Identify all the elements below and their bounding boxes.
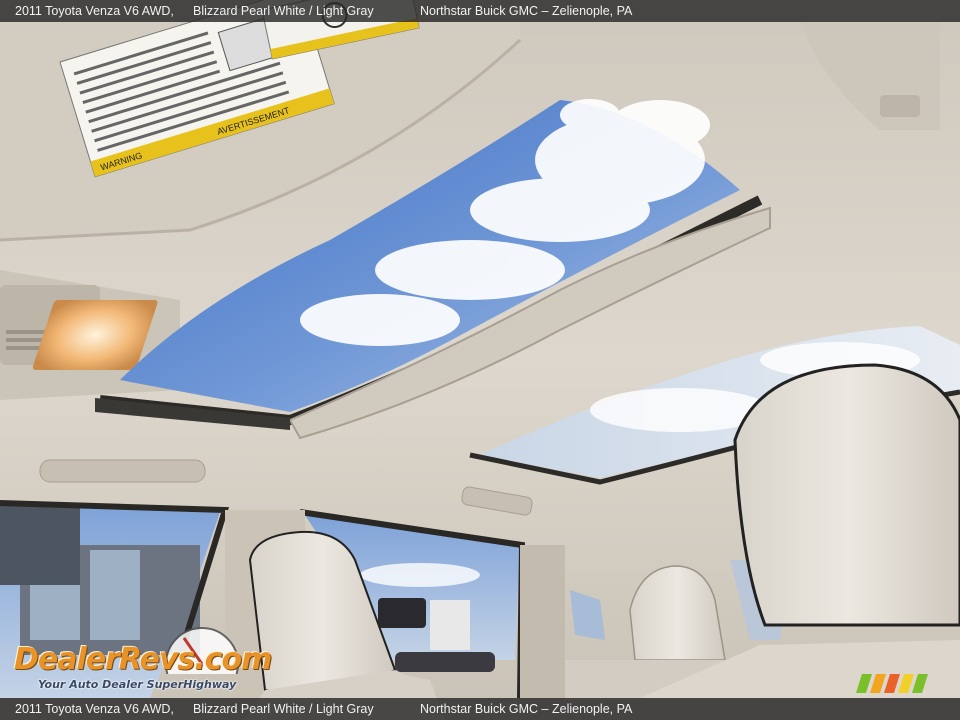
- watermark-tagline: Your Auto Dealer SuperHighway: [38, 678, 237, 691]
- caption-model: 2011 Toyota Venza V6 AWD,: [15, 4, 174, 18]
- caption-dealer-bottom: Northstar Buick GMC – Zelienople, PA: [420, 702, 633, 716]
- front-headrest-right: [733, 363, 960, 627]
- grab-handle: [39, 459, 206, 483]
- watermark-brand: DealerRevs.com: [14, 642, 272, 677]
- caption-bar-bottom: 2011 Toyota Venza V6 AWD, Blizzard Pearl…: [0, 698, 960, 720]
- caption-bar-top: 2011 Toyota Venza V6 AWD, Blizzard Pearl…: [0, 0, 960, 22]
- caption-color: Blizzard Pearl White / Light Gray: [193, 4, 374, 18]
- caption-model-bottom: 2011 Toyota Venza V6 AWD,: [15, 702, 174, 716]
- dealerrevs-watermark: DealerRevs.com Your Auto Dealer SuperHig…: [12, 624, 272, 696]
- sunroof-photo: WARNING AVERTISSEMENT: [0, 0, 960, 720]
- caption-dealer: Northstar Buick GMC – Zelienople, PA: [420, 4, 633, 18]
- colored-stripes-logo-icon: [856, 674, 928, 693]
- caption-color-bottom: Blizzard Pearl White / Light Gray: [193, 702, 374, 716]
